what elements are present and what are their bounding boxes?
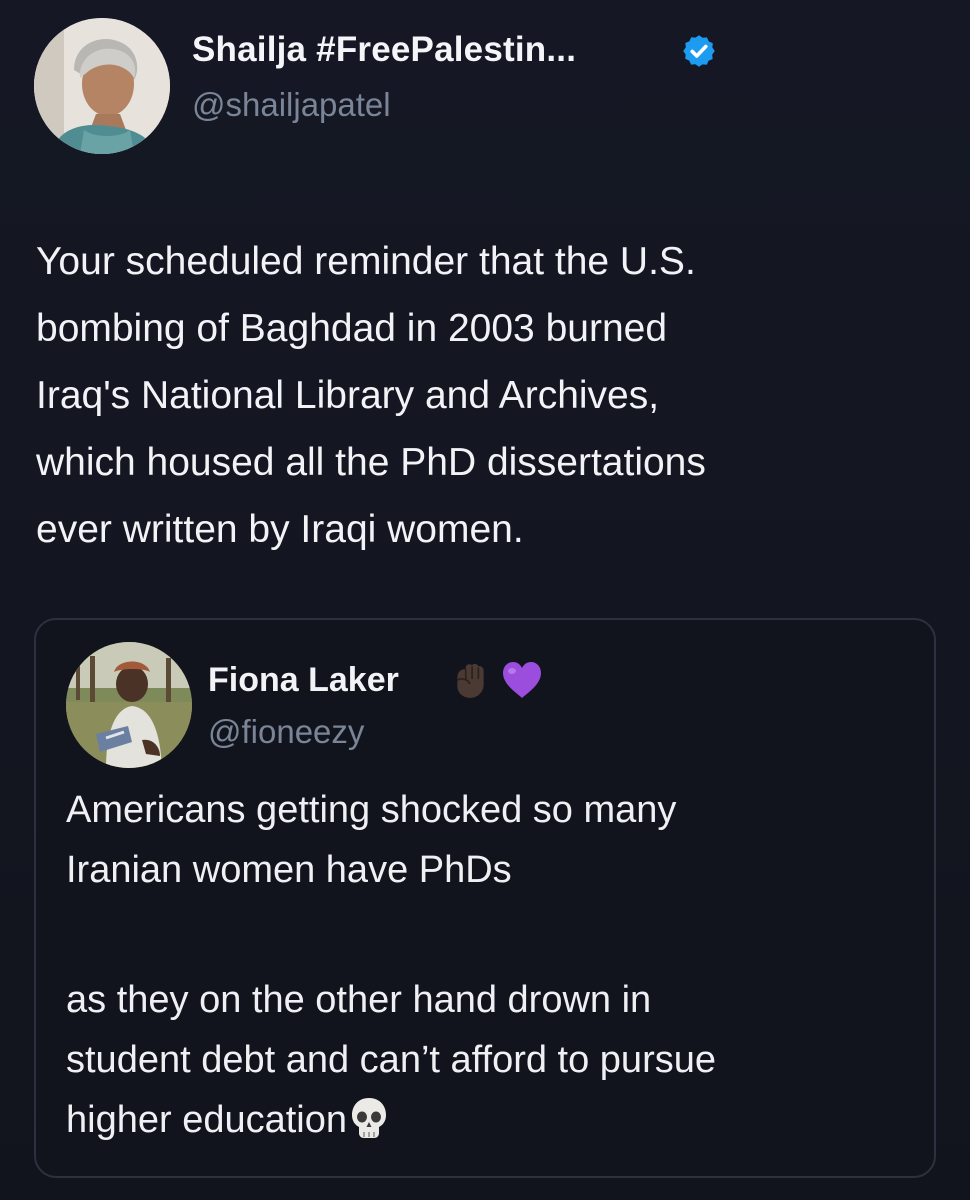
tweet-body: Your scheduled reminder that the U.S. bo… [36, 228, 946, 563]
tweet-body-line: ever written by Iraqi women. [36, 508, 524, 551]
author-handle[interactable]: @shailjapatel [192, 86, 391, 124]
quoted-body-line: Iranian women have PhDs [66, 849, 512, 891]
quoted-author-avatar[interactable] [66, 642, 192, 768]
author-avatar[interactable] [34, 18, 170, 154]
tweet-body-line: which housed all the PhD dissertations [36, 441, 706, 484]
quoted-author-avatar-image [66, 642, 192, 768]
author-display-name[interactable]: Shailja #FreePalestin... [192, 30, 576, 70]
quoted-body-line: as they on the other hand drown in [66, 979, 652, 1021]
tweet-card: Shailja #FreePalestin... @shailjapatel Y… [0, 0, 970, 1200]
tweet-body-line: bombing of Baghdad in 2003 burned [36, 307, 668, 350]
quoted-tweet-body: Americans getting shocked so many Irania… [66, 780, 926, 1150]
quoted-body-line: Americans getting shocked so many [66, 789, 677, 831]
tweet-body-line: Your scheduled reminder that the U.S. [36, 240, 696, 283]
quoted-author-display-name[interactable]: Fiona Laker [208, 661, 399, 700]
skull-icon [352, 1098, 386, 1138]
quoted-body-line: student debt and can’t afford to pursue [66, 1039, 716, 1081]
quoted-body-line: higher education [66, 1099, 347, 1141]
tweet-body-line: Iraq's National Library and Archives, [36, 374, 660, 417]
author-avatar-image [34, 18, 170, 154]
raised-fist-icon [457, 663, 484, 698]
verified-badge-icon [683, 35, 715, 67]
purple-heart-icon [503, 662, 541, 698]
quoted-body-last-line: higher education [66, 1090, 926, 1150]
quoted-author-handle[interactable]: @fioneezy [208, 713, 364, 751]
